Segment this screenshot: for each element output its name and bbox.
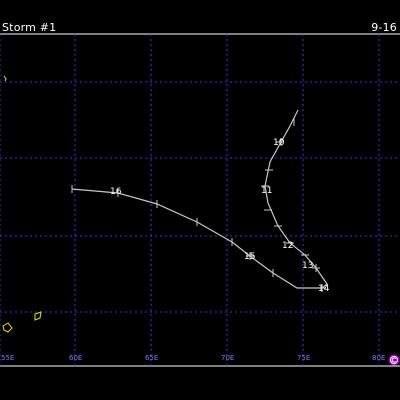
lat-lon-grid <box>0 34 400 366</box>
track-day-label-16: 16 <box>110 187 122 197</box>
island-east <box>34 311 42 321</box>
storm-track-map: 55E 60E 65E 70E 75E 80E 10 11 12 13 14 1… <box>0 33 400 367</box>
lon-tick-80e: 80E <box>372 354 385 362</box>
track-day-label-11: 11 <box>261 186 272 196</box>
lon-tick-60e: 60E <box>69 354 82 362</box>
lon-tick-55e: 55E <box>1 354 14 362</box>
island-north <box>3 75 7 82</box>
copyright-circle-icon <box>388 354 400 366</box>
track-day-label-15: 15 <box>244 252 255 262</box>
island-west <box>2 322 13 333</box>
lon-tick-70e: 70E <box>221 354 234 362</box>
track-day-label-10: 10 <box>273 138 285 148</box>
track-day-label-14: 14 <box>318 284 330 294</box>
track-day-label-13: 13 <box>302 261 313 271</box>
lon-tick-65e: 65E <box>145 354 158 362</box>
track-position-marks <box>71 118 326 292</box>
lon-tick-75e: 75E <box>297 354 310 362</box>
coastline-islands <box>2 75 42 333</box>
track-day-label-12: 12 <box>282 241 293 251</box>
storm-track-line <box>71 109 328 289</box>
